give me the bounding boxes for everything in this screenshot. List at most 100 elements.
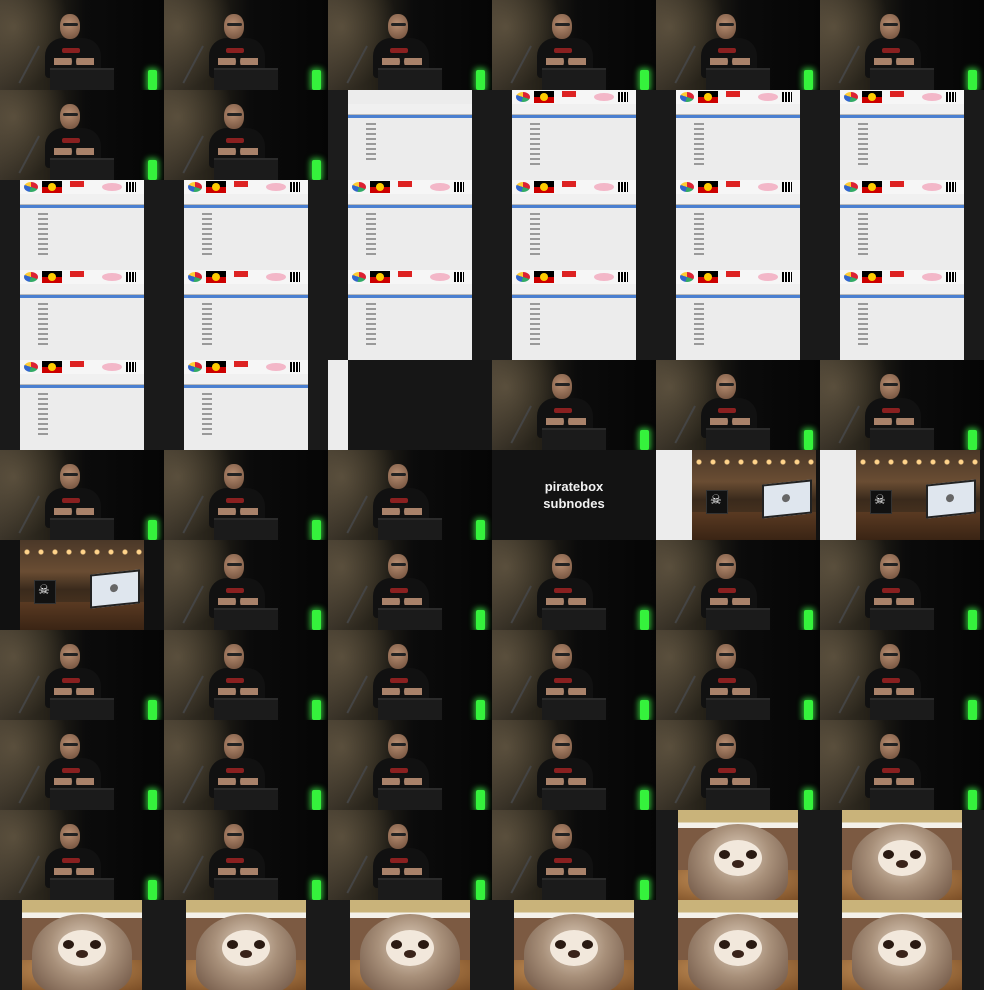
green-light <box>640 880 649 900</box>
speaker-head <box>388 554 408 579</box>
green-light <box>476 70 485 90</box>
aboriginal-flag-icon <box>370 271 390 283</box>
pink-shape-icon <box>430 273 450 281</box>
sloth-photo <box>22 900 142 990</box>
speaker-frame <box>820 540 984 630</box>
screen-capture-frame <box>656 90 820 180</box>
piratebox-device <box>706 490 728 514</box>
green-light <box>148 70 157 90</box>
qr-code-icon <box>618 272 628 282</box>
green-light <box>640 430 649 450</box>
speaker-head <box>224 644 244 669</box>
qr-code-icon <box>782 272 792 282</box>
screen-capture-frame <box>656 270 820 360</box>
sloth-photo-frame <box>820 810 984 900</box>
green-light <box>312 520 321 540</box>
green-light <box>804 700 813 720</box>
lectern <box>706 698 770 720</box>
lectern <box>706 428 770 450</box>
file-tree <box>676 208 800 257</box>
speaker-frame <box>820 630 984 720</box>
banner <box>512 270 636 284</box>
file-tree <box>20 388 144 437</box>
file-tree <box>840 298 964 347</box>
lectern <box>378 788 442 810</box>
pie-logo-icon <box>680 182 694 192</box>
toolbar <box>20 194 144 205</box>
speaker-frame <box>656 540 820 630</box>
red-sign-icon <box>398 271 412 277</box>
speaker-frame <box>164 0 328 90</box>
green-light <box>312 70 321 90</box>
wooden-table <box>856 512 980 540</box>
lectern <box>50 68 114 90</box>
speaker-frame <box>164 720 328 810</box>
qr-code-icon <box>618 182 628 192</box>
qr-code-icon <box>782 182 792 192</box>
cafe-photo-frame <box>656 450 820 540</box>
app-window <box>512 270 636 360</box>
sloth-photo <box>842 810 962 900</box>
lectern <box>542 68 606 90</box>
speaker-frame <box>328 540 492 630</box>
speaker-frame <box>0 0 164 90</box>
banner <box>184 360 308 374</box>
qr-code-icon <box>946 92 956 102</box>
screen-capture-frame <box>0 180 164 270</box>
lectern <box>50 698 114 720</box>
toolbar <box>184 374 308 385</box>
lectern <box>706 788 770 810</box>
pink-shape-icon <box>102 363 122 371</box>
title-line-1: piratebox <box>544 479 604 494</box>
pie-logo-icon <box>680 92 694 102</box>
app-window <box>512 180 636 270</box>
lectern <box>378 878 442 900</box>
toolbar <box>512 194 636 205</box>
green-light <box>968 790 977 810</box>
green-light <box>968 610 977 630</box>
green-light <box>312 610 321 630</box>
lectern <box>542 428 606 450</box>
pink-shape-icon <box>266 363 286 371</box>
speaker-head <box>552 554 572 579</box>
green-light <box>148 880 157 900</box>
speaker-head <box>388 734 408 759</box>
toolbar <box>676 284 800 295</box>
red-sign-icon <box>234 271 248 277</box>
red-sign-icon <box>70 271 84 277</box>
banner <box>348 180 472 194</box>
aboriginal-flag-icon <box>698 271 718 283</box>
cafe-photo <box>856 450 980 540</box>
speaker-frame <box>164 630 328 720</box>
app-window <box>184 270 308 360</box>
toolbar <box>676 194 800 205</box>
aboriginal-flag-icon <box>206 181 226 193</box>
banner <box>840 90 964 104</box>
green-light <box>312 160 321 180</box>
lectern <box>542 698 606 720</box>
lectern <box>542 878 606 900</box>
lectern <box>706 68 770 90</box>
laptop <box>90 569 140 609</box>
app-window <box>512 90 636 180</box>
screen-capture-frame <box>492 270 656 360</box>
pie-logo-icon <box>516 92 530 102</box>
lectern <box>870 788 934 810</box>
app-window <box>20 270 144 360</box>
speaker-head <box>224 734 244 759</box>
cafe-photo <box>20 540 144 630</box>
aboriginal-flag-icon <box>534 91 554 103</box>
speaker-head <box>60 104 80 129</box>
qr-code-icon <box>454 182 464 192</box>
red-sign-icon <box>726 91 740 97</box>
speaker-head <box>224 14 244 39</box>
pie-logo-icon <box>24 182 38 192</box>
screen-capture-frame <box>492 180 656 270</box>
speaker-head <box>552 14 572 39</box>
screen-capture-frame <box>0 270 164 360</box>
screen-capture-frame <box>820 270 984 360</box>
pink-shape-icon <box>266 183 286 191</box>
app-window <box>840 90 964 180</box>
lectern <box>214 68 278 90</box>
speaker-frame <box>820 720 984 810</box>
